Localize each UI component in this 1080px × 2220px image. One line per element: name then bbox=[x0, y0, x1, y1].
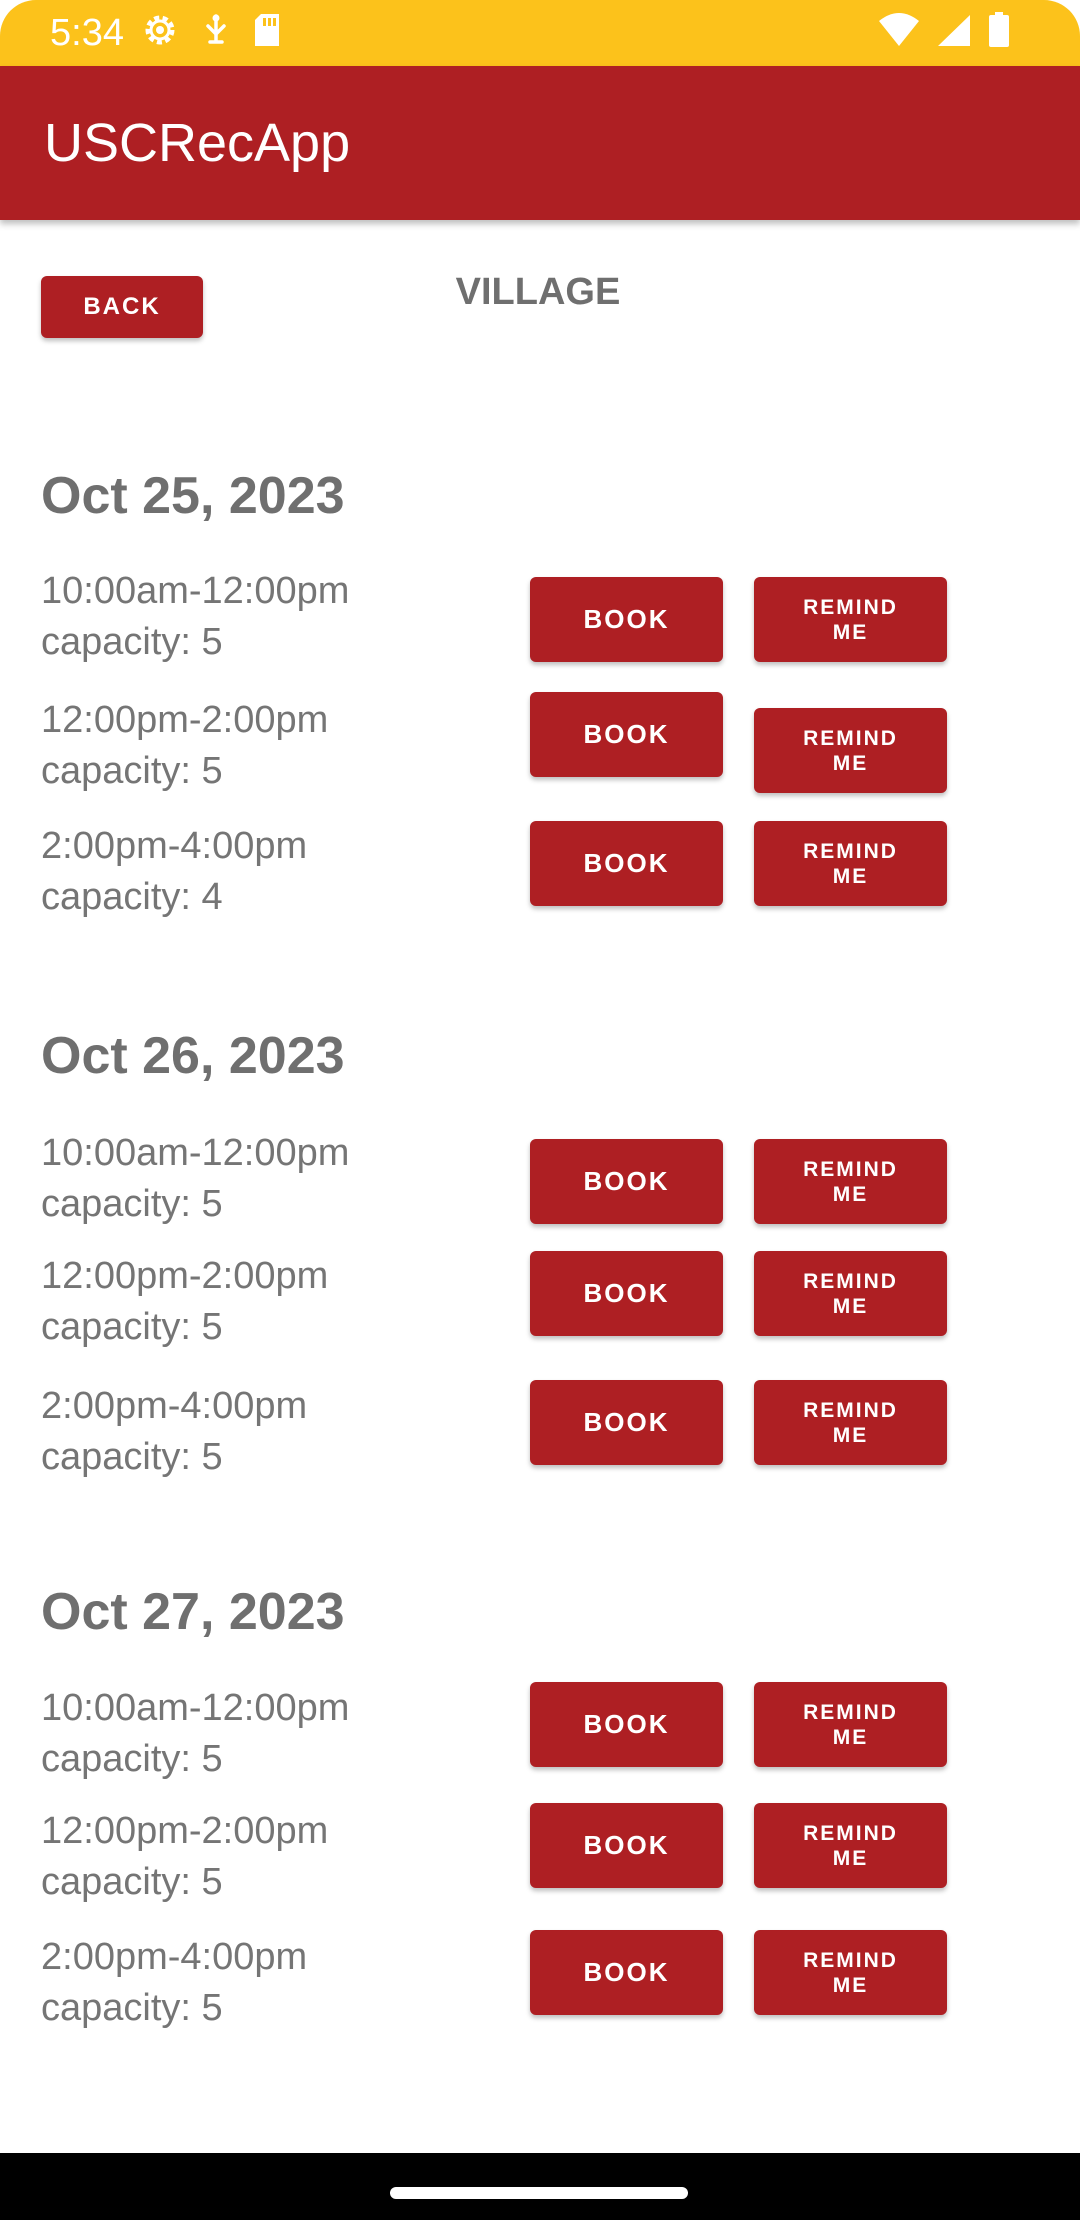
slot-capacity: capacity: 4 bbox=[41, 876, 223, 918]
remind-me-button[interactable]: REMIND ME bbox=[754, 1930, 947, 2015]
slot-info: 10:00am-12:00pm capacity: 5 bbox=[41, 1128, 349, 1230]
slot-time: 2:00pm-4:00pm bbox=[41, 1936, 308, 1978]
remind-me-button[interactable]: REMIND ME bbox=[754, 1251, 947, 1336]
slot-capacity: capacity: 5 bbox=[41, 1987, 223, 2029]
date-heading: Oct 25, 2023 bbox=[41, 467, 345, 525]
slot-capacity: capacity: 5 bbox=[41, 1861, 223, 1903]
slot-time: 10:00am-12:00pm bbox=[41, 1687, 350, 1729]
sd-card-icon bbox=[252, 12, 282, 53]
slot-time: 12:00pm-2:00pm bbox=[41, 1255, 329, 1297]
app-title: USCRecApp bbox=[44, 113, 351, 173]
home-gesture-handle[interactable] bbox=[390, 2187, 688, 2199]
slot-capacity: capacity: 5 bbox=[41, 1306, 223, 1348]
book-button[interactable]: BOOK bbox=[530, 1803, 723, 1888]
slot-capacity: capacity: 5 bbox=[41, 621, 223, 663]
book-button[interactable]: BOOK bbox=[530, 821, 723, 906]
book-button[interactable]: BOOK bbox=[530, 577, 723, 662]
wifi-icon bbox=[878, 13, 920, 52]
slot-capacity: capacity: 5 bbox=[41, 750, 223, 792]
status-icons-left bbox=[140, 10, 282, 55]
page-title: VILLAGE bbox=[455, 271, 621, 313]
date-heading: Oct 27, 2023 bbox=[41, 1583, 345, 1641]
book-button[interactable]: BOOK bbox=[530, 692, 723, 777]
slot-capacity: capacity: 5 bbox=[41, 1738, 223, 1780]
slot-info: 2:00pm-4:00pm capacity: 5 bbox=[41, 1381, 307, 1483]
slot-info: 2:00pm-4:00pm capacity: 4 bbox=[41, 821, 307, 923]
slot-time: 2:00pm-4:00pm bbox=[41, 1385, 308, 1427]
slot-capacity: capacity: 5 bbox=[41, 1183, 223, 1225]
slot-info: 10:00am-12:00pm capacity: 5 bbox=[41, 1683, 349, 1785]
slot-info: 10:00am-12:00pm capacity: 5 bbox=[41, 566, 349, 668]
book-button[interactable]: BOOK bbox=[530, 1380, 723, 1465]
slot-time: 10:00am-12:00pm bbox=[41, 570, 350, 612]
battery-icon bbox=[988, 12, 1010, 53]
slot-info: 12:00pm-2:00pm capacity: 5 bbox=[41, 1806, 328, 1908]
remind-me-button[interactable]: REMIND ME bbox=[754, 1682, 947, 1767]
settings-gear-icon bbox=[140, 10, 180, 55]
status-icons-right bbox=[878, 12, 1010, 53]
book-button[interactable]: BOOK bbox=[530, 1682, 723, 1767]
status-bar: 5:34 bbox=[0, 0, 1080, 66]
book-button[interactable]: BOOK bbox=[530, 1930, 723, 2015]
usb-debug-icon bbox=[202, 12, 230, 53]
remind-me-button[interactable]: REMIND ME bbox=[754, 1380, 947, 1465]
remind-me-button[interactable]: REMIND ME bbox=[754, 821, 947, 906]
slot-time: 12:00pm-2:00pm bbox=[41, 1810, 329, 1852]
slot-time: 10:00am-12:00pm bbox=[41, 1132, 350, 1174]
book-button[interactable]: BOOK bbox=[530, 1139, 723, 1224]
slot-time: 12:00pm-2:00pm bbox=[41, 699, 329, 741]
app-bar: USCRecApp bbox=[0, 66, 1080, 220]
cell-signal-icon bbox=[936, 13, 972, 52]
slot-info: 12:00pm-2:00pm capacity: 5 bbox=[41, 1251, 328, 1353]
date-heading: Oct 26, 2023 bbox=[41, 1027, 345, 1085]
status-time: 5:34 bbox=[50, 12, 124, 54]
slot-info: 12:00pm-2:00pm capacity: 5 bbox=[41, 695, 328, 797]
remind-me-button[interactable]: REMIND ME bbox=[754, 577, 947, 662]
slot-time: 2:00pm-4:00pm bbox=[41, 825, 308, 867]
remind-me-button[interactable]: REMIND ME bbox=[754, 1139, 947, 1224]
book-button[interactable]: BOOK bbox=[530, 1251, 723, 1336]
slot-capacity: capacity: 5 bbox=[41, 1436, 223, 1478]
remind-me-button[interactable]: REMIND ME bbox=[754, 708, 947, 793]
navigation-bar bbox=[0, 2153, 1080, 2220]
slot-info: 2:00pm-4:00pm capacity: 5 bbox=[41, 1932, 307, 2034]
remind-me-button[interactable]: REMIND ME bbox=[754, 1803, 947, 1888]
